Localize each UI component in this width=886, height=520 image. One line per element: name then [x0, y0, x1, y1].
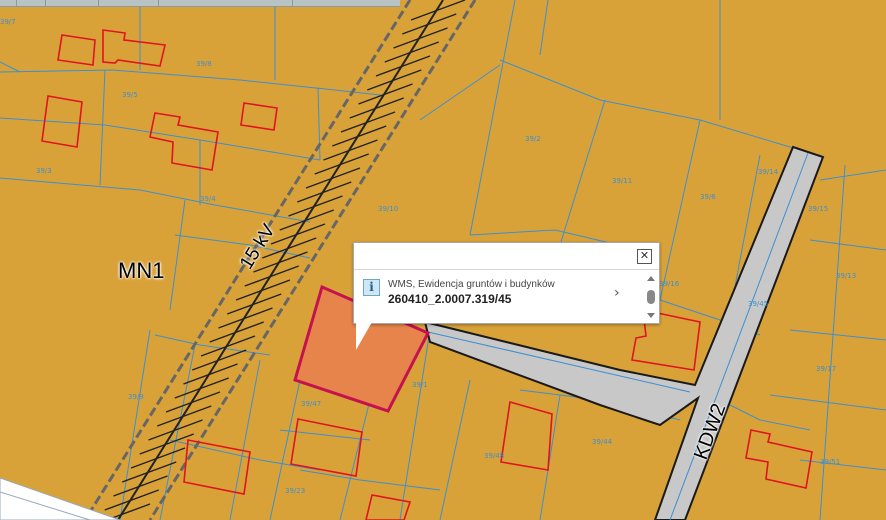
parcel-number: 39/23 [285, 487, 306, 495]
parcel-number: 39/3 [36, 167, 52, 175]
popup-pointer [356, 322, 372, 350]
chevron-right-icon[interactable]: › [614, 286, 620, 300]
parcel-number: 39/8 [196, 60, 212, 68]
map-toolbar[interactable] [0, 0, 400, 7]
zone-label: MN1 [118, 258, 165, 283]
info-icon: i [363, 279, 380, 296]
parcel-number: 39/9 [128, 393, 144, 401]
close-icon[interactable]: ✕ [637, 249, 652, 264]
parcel-number: 39/4 [200, 195, 216, 203]
parcel-number: 39/7 [0, 18, 16, 26]
parcel-number: 39/1 [412, 381, 428, 389]
parcel-number: 39/2 [525, 135, 541, 143]
parcel-number: 39/16 [659, 280, 680, 288]
parcel-number: 39/5 [122, 91, 138, 99]
popup-scrollbar[interactable] [646, 274, 656, 320]
popup-body: i WMS, Ewidencja gruntów i budynków 2604… [354, 269, 659, 324]
layer-name: WMS, Ewidencja gruntów i budynków [388, 279, 555, 290]
parcel-number: 39/48 [484, 452, 505, 460]
parcel-number: 39/10 [378, 205, 399, 213]
parcel-number: 39/11 [612, 177, 633, 185]
parcel-number: 39/44 [592, 438, 613, 446]
feature-id: 260410_2.0007.319/45 [388, 292, 512, 306]
scroll-down-icon[interactable] [647, 313, 655, 318]
parcel-number: 39/51 [820, 458, 841, 466]
parcel-number: 39/45 [748, 300, 769, 308]
feature-info-popup[interactable]: ✕ i WMS, Ewidencja gruntów i budynków 26… [353, 242, 660, 324]
parcel-number: 39/6 [700, 193, 716, 201]
parcel-number: 39/13 [836, 272, 857, 280]
parcel-number: 39/14 [758, 168, 779, 176]
scroll-up-icon[interactable] [647, 276, 655, 281]
parcel-number: 39/47 [301, 400, 322, 408]
parcel-number: 39/17 [816, 365, 837, 373]
scroll-thumb[interactable] [647, 290, 655, 304]
parcel-number: 39/15 [808, 205, 829, 213]
